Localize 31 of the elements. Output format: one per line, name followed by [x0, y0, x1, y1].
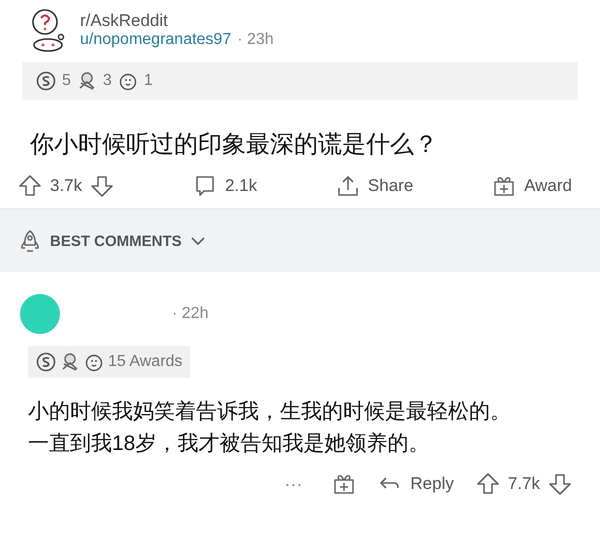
gift-icon[interactable]	[492, 174, 516, 198]
award-count: 1	[144, 72, 153, 90]
reply-button[interactable]: Reply	[378, 472, 454, 496]
share-button[interactable]: Share	[336, 174, 414, 198]
smiley-icon	[118, 71, 138, 91]
downvote-icon[interactable]	[90, 174, 114, 198]
vote-count: 3.7k	[50, 176, 82, 196]
more-options-button[interactable]: ···	[284, 474, 302, 494]
author-link[interactable]: u/nopomegranates97	[80, 31, 232, 49]
coin-icon	[36, 71, 56, 91]
hugging-icon	[60, 352, 80, 372]
hugging-icon	[76, 71, 97, 91]
share-icon	[336, 174, 360, 198]
post-title: 你小时候听过的印象最深的谎是什么？	[29, 130, 439, 160]
vote-count: 7.7k	[508, 474, 540, 494]
comment-text: 小的时候我妈笑着告诉我，生我的时候是最轻松的。 一直到我18岁，我才被告知我是她领养的。	[27, 399, 512, 457]
awards-label: 15 Awards	[108, 353, 182, 371]
comment-count: 2.1k	[224, 176, 258, 196]
award-count: 5	[62, 72, 71, 90]
smiley-icon	[84, 352, 104, 372]
post-time: · 23h	[237, 31, 274, 49]
gift-icon[interactable]	[332, 472, 356, 496]
coin-icon	[36, 352, 56, 372]
comment-time: · 22h	[172, 305, 208, 323]
award-count: 3	[102, 72, 112, 90]
sort-dropdown[interactable]: BEST COMMENTS	[50, 232, 182, 250]
downvote-icon[interactable]	[548, 472, 572, 496]
upvote-icon[interactable]	[18, 174, 42, 198]
subreddit-name[interactable]: r/AskReddit	[80, 11, 274, 31]
award-button[interactable]: Award	[492, 174, 572, 198]
upvote-icon[interactable]	[476, 472, 500, 496]
